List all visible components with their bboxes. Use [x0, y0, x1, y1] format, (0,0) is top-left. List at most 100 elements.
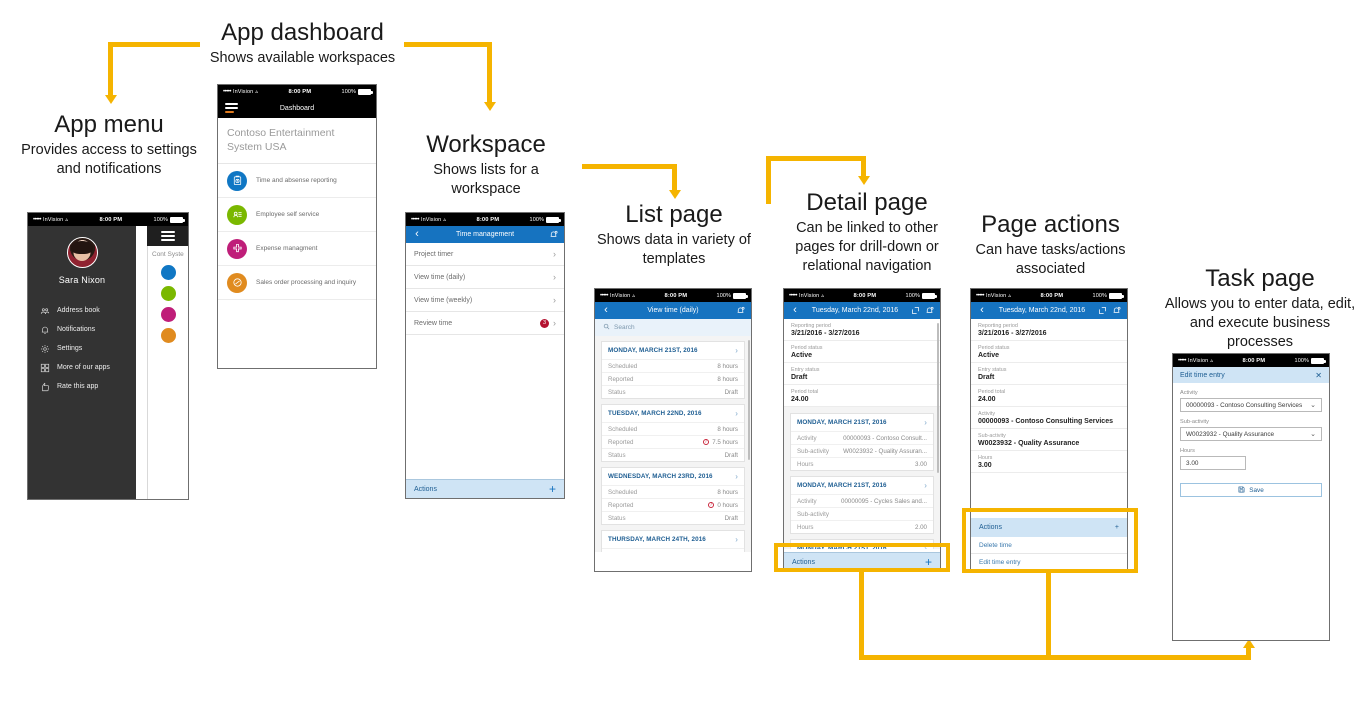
back-icon[interactable]: ‹ [412, 229, 422, 240]
wifi-icon: ▵ [1210, 357, 1214, 364]
save-button[interactable]: Save [1180, 483, 1322, 497]
field-value: 3/21/2016 - 3/27/2016 [978, 330, 1047, 337]
field-label: Period total [978, 389, 1006, 395]
chevron-right-icon: › [735, 409, 738, 418]
menu-item-address-book[interactable]: Address book [40, 301, 136, 320]
card-date: MONDAY, MARCH 21ST, 2016 [797, 482, 887, 489]
status-carrier: ••••• InVision ▵ [223, 88, 259, 95]
hours-value: 3.00 [1186, 459, 1199, 467]
dashboard-tile-time[interactable]: Time and absense reporting [218, 164, 376, 199]
row-scheduled: Scheduled 8 hours [602, 359, 744, 372]
list-item-label: Project timer [414, 250, 454, 258]
status-battery: 100% [1093, 292, 1124, 299]
callout-title: Detail page [806, 189, 928, 216]
row-label: Status [608, 388, 626, 396]
app-bar: ‹ View time (daily) [595, 302, 751, 319]
row-label: Reported [608, 375, 634, 383]
card-header[interactable]: MONDAY, MARCH 21ST, 2016 › [791, 477, 933, 494]
back-icon[interactable]: ‹ [977, 305, 987, 316]
sub-activity-select[interactable]: W0023932 - Quality Assurance ⌄ [1180, 427, 1322, 441]
card-header[interactable]: MONDAY, MARCH 21ST, 2016 › [602, 342, 744, 359]
card-date: TUESDAY, MARCH 22ND, 2016 [608, 410, 702, 417]
callout-app-menu: App menu Provides access to settings and… [10, 111, 208, 179]
detail-scroll-area[interactable]: Reporting period 3/21/2016 - 3/27/2016 P… [784, 319, 940, 549]
dashboard-tile-expense[interactable]: Expense managment [218, 232, 376, 267]
back-icon[interactable]: ‹ [601, 305, 611, 316]
row-value: Draft [724, 388, 738, 396]
share-icon[interactable] [1097, 306, 1107, 316]
workspace-item-project-timer[interactable]: Project timer › [406, 243, 564, 266]
chevron-right-icon: › [553, 318, 556, 328]
status-bar: ••••• InVision ▵ 8:00 PM 100% [784, 289, 940, 302]
menu-item-notifications[interactable]: Notifications [40, 320, 136, 339]
connector-detail-actions-down [859, 568, 864, 660]
card-header[interactable]: MONDAY, MARCH 21ST, 2016 › [791, 414, 933, 431]
employee-badge-icon [227, 204, 247, 225]
avatar [66, 237, 98, 268]
notifications-icon[interactable] [1111, 306, 1121, 316]
activity-select[interactable]: 00000093 - Contoso Consulting Services ⌄ [1180, 398, 1322, 412]
menu-item-rate-app[interactable]: Rate this app [40, 377, 136, 396]
dashboard-tile-label: Time and absense reporting [256, 177, 337, 185]
plus-icon[interactable]: + [549, 482, 556, 496]
menu-item-settings[interactable]: Settings [40, 339, 136, 358]
hours-input[interactable]: 3.00 [1180, 456, 1246, 470]
row-value: 8 hours [717, 425, 738, 433]
menu-item-label: Address book [57, 307, 100, 314]
row-hours: Hours 2.00 [791, 520, 933, 533]
connector-list-to-detail-right-vertical [861, 156, 866, 178]
card-header[interactable]: TUESDAY, MARCH 22ND, 2016 › [602, 405, 744, 422]
scrollbar[interactable] [748, 340, 750, 460]
list-item[interactable]: MONDAY, MARCH 21ST, 2016 › Activity 00000… [790, 413, 934, 471]
field-period-status: Period status Active [971, 341, 1127, 363]
notifications-icon[interactable] [924, 306, 934, 316]
connector-page-actions-down [1046, 572, 1051, 660]
list-scroll-area[interactable]: MONDAY, MARCH 21ST, 2016 › Scheduled 8 ho… [595, 336, 751, 552]
field-label-sub-activity: Sub-activity [1180, 419, 1209, 425]
list-item[interactable]: MONDAY, MARCH 21ST, 2016 › Activity 00000… [790, 476, 934, 534]
chevron-right-icon: › [924, 481, 927, 490]
row-label: Scheduled [608, 362, 638, 370]
peek-icon-time [160, 265, 176, 281]
row-label: Sub-activity [797, 510, 829, 518]
workspace-item-review-time[interactable]: Review time 3 › [406, 312, 564, 335]
scrollbar[interactable] [937, 323, 939, 473]
close-icon[interactable]: ✕ [1315, 371, 1322, 380]
notifications-icon[interactable] [548, 230, 558, 240]
list-item[interactable]: MONDAY, MARCH 21ST, 2016 › Scheduled 8 ho… [601, 341, 745, 399]
app-bar: ‹ Time management [406, 226, 564, 243]
field-reporting-period: Reporting period 3/21/2016 - 3/27/2016 [971, 319, 1127, 341]
callout-page-actions: Page actions Can have tasks/actions asso… [963, 211, 1138, 279]
list-item[interactable]: THURSDAY, MARCH 24TH, 2016 › Scheduled 8 … [601, 530, 745, 552]
workspace-item-view-time-weekly[interactable]: View time (weekly) › [406, 289, 564, 312]
action-bar[interactable]: Actions + [406, 479, 564, 498]
status-battery: 100% [342, 88, 373, 95]
status-battery: 100% [1295, 357, 1326, 364]
workspace-item-view-time-daily[interactable]: View time (daily) › [406, 266, 564, 289]
search-input[interactable]: Search [595, 319, 751, 336]
dashboard-tile-sales[interactable]: Sales order processing and inquiry [218, 266, 376, 301]
hamburger-icon[interactable] [225, 101, 238, 115]
dashboard-app-bar: Dashboard [218, 98, 376, 118]
workspace-list: Project timer › View time (daily) › View… [406, 243, 564, 335]
card-header[interactable]: THURSDAY, MARCH 24TH, 2016 › [602, 531, 744, 548]
back-icon[interactable]: ‹ [790, 305, 800, 316]
page-title: Time management [455, 231, 515, 238]
field-value: 00000093 - Contoso Consulting Services [978, 418, 1113, 425]
menu-item-more-apps[interactable]: More of our apps [40, 358, 136, 377]
row-scheduled: Scheduled 8 hours [602, 422, 744, 435]
arrowhead-to-app-menu [104, 95, 117, 104]
wifi-icon: ▵ [255, 88, 259, 95]
list-item[interactable]: TUESDAY, MARCH 22ND, 2016 › Scheduled 8 h… [601, 404, 745, 462]
share-icon[interactable] [910, 306, 920, 316]
hamburger-icon [160, 229, 175, 243]
list-item-label: View time (weekly) [414, 296, 473, 304]
task-form: Activity 00000093 - Contoso Consulting S… [1173, 390, 1329, 505]
dashboard-tile-employee[interactable]: Employee self service [218, 198, 376, 233]
callout-title: App menu [54, 111, 164, 138]
dashboard-peek-panel[interactable]: Cont Syste [147, 246, 188, 499]
notifications-icon[interactable] [735, 306, 745, 316]
card-header[interactable]: WEDNESDAY, MARCH 23RD, 2016 › [602, 468, 744, 485]
list-item[interactable]: WEDNESDAY, MARCH 23RD, 2016 › Scheduled 8… [601, 467, 745, 525]
hamburger-button[interactable] [147, 226, 188, 246]
